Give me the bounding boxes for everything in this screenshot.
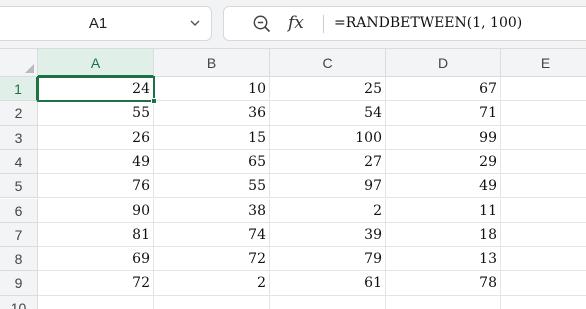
formula-divider <box>323 15 324 33</box>
cell-e2[interactable] <box>501 101 586 126</box>
cell-d7[interactable]: 18 <box>386 222 501 248</box>
cell-b4[interactable]: 65 <box>154 149 270 175</box>
cell-c10[interactable] <box>270 295 386 309</box>
column-header-d[interactable]: D <box>386 49 501 77</box>
cell-a10[interactable] <box>38 295 154 309</box>
row-header-8[interactable]: 8 <box>0 247 38 272</box>
formula-input[interactable]: =RANDBETWEEN(1, 100) <box>334 7 522 40</box>
cell-c1[interactable]: 25 <box>270 77 386 102</box>
cell-c3[interactable]: 100 <box>270 125 386 150</box>
column-header-c[interactable]: C <box>270 49 386 77</box>
cell-c7[interactable]: 39 <box>270 222 386 248</box>
cell-a2[interactable]: 55 <box>38 101 154 126</box>
row-header-9[interactable]: 9 <box>0 271 38 296</box>
row-header-6[interactable]: 6 <box>0 198 38 223</box>
cell-e1[interactable] <box>501 77 586 102</box>
cell-e5[interactable] <box>501 174 586 199</box>
fill-handle[interactable] <box>151 98 157 105</box>
cell-a3[interactable]: 26 <box>38 125 154 150</box>
row-header-4[interactable]: 4 <box>0 149 38 175</box>
zoom-out-icon[interactable] <box>252 14 272 34</box>
cell-b2[interactable]: 36 <box>154 101 270 126</box>
cell-e9[interactable] <box>501 271 586 296</box>
cell-b1[interactable]: 10 <box>154 77 270 102</box>
cell-d1[interactable]: 67 <box>386 77 501 102</box>
cell-c9[interactable]: 61 <box>270 271 386 296</box>
cell-b7[interactable]: 74 <box>154 222 270 248</box>
cell-c6[interactable]: 2 <box>270 198 386 223</box>
cell-e6[interactable] <box>501 199 586 223</box>
row-header-3[interactable]: 3 <box>0 125 38 150</box>
cell-d6[interactable]: 11 <box>386 198 501 223</box>
cell-b10[interactable] <box>154 295 270 309</box>
cell-c5[interactable]: 97 <box>270 174 386 199</box>
cell-b8[interactable]: 72 <box>154 247 270 272</box>
row-header-10[interactable]: 10 <box>0 295 38 309</box>
spreadsheet-grid: A B C D E 1 24 10 25 67 2 55 36 54 71 3 26 15 100 99 4 49 65 27… <box>0 48 586 309</box>
insert-function-icon[interactable]: fx <box>288 7 304 40</box>
row-header-2[interactable]: 2 <box>0 101 38 126</box>
cell-d2[interactable]: 71 <box>386 101 501 126</box>
cell-b9[interactable]: 2 <box>154 271 270 296</box>
column-header-a[interactable]: A <box>38 49 154 77</box>
cell-b6[interactable]: 38 <box>154 198 270 223</box>
select-all-triangle-icon <box>25 64 34 73</box>
cell-e10[interactable] <box>501 296 586 309</box>
cell-d5[interactable]: 49 <box>386 174 501 199</box>
formula-bar[interactable]: fx =RANDBETWEEN(1, 100) <box>223 6 586 41</box>
cell-a5[interactable]: 76 <box>38 174 154 199</box>
cell-b3[interactable]: 15 <box>154 125 270 150</box>
cell-c8[interactable]: 79 <box>270 247 386 272</box>
column-header-e[interactable]: E <box>501 49 586 77</box>
cell-d8[interactable]: 13 <box>386 247 501 272</box>
cell-a8[interactable]: 69 <box>38 247 154 272</box>
name-box[interactable]: A1 <box>0 6 212 41</box>
row-header-5[interactable]: 5 <box>0 174 38 199</box>
cell-d4[interactable]: 29 <box>386 149 501 175</box>
column-header-b[interactable]: B <box>154 49 270 77</box>
cell-d10[interactable] <box>386 295 501 309</box>
cell-a7[interactable]: 81 <box>38 222 154 248</box>
select-all-button[interactable] <box>0 49 38 77</box>
cell-b5[interactable]: 55 <box>154 174 270 199</box>
cell-d3[interactable]: 99 <box>386 125 501 150</box>
cell-a9[interactable]: 72 <box>38 271 154 296</box>
cell-a6[interactable]: 90 <box>38 198 154 223</box>
cell-a1[interactable]: 24 <box>38 77 154 102</box>
cell-c4[interactable]: 27 <box>270 149 386 175</box>
cell-a4[interactable]: 49 <box>38 149 154 175</box>
name-box-value[interactable]: A1 <box>0 7 196 40</box>
chevron-down-icon[interactable] <box>188 16 202 30</box>
cell-e4[interactable] <box>501 150 586 175</box>
cell-e8[interactable] <box>501 247 586 272</box>
row-header-1[interactable]: 1 <box>0 77 38 102</box>
cell-e7[interactable] <box>501 223 586 248</box>
row-header-7[interactable]: 7 <box>0 222 38 248</box>
cell-c2[interactable]: 54 <box>270 101 386 126</box>
cell-e3[interactable] <box>501 126 586 150</box>
cell-d9[interactable]: 78 <box>386 271 501 296</box>
formula-toolbar: A1 fx =RANDBETWEEN(1, 100) <box>0 0 586 48</box>
